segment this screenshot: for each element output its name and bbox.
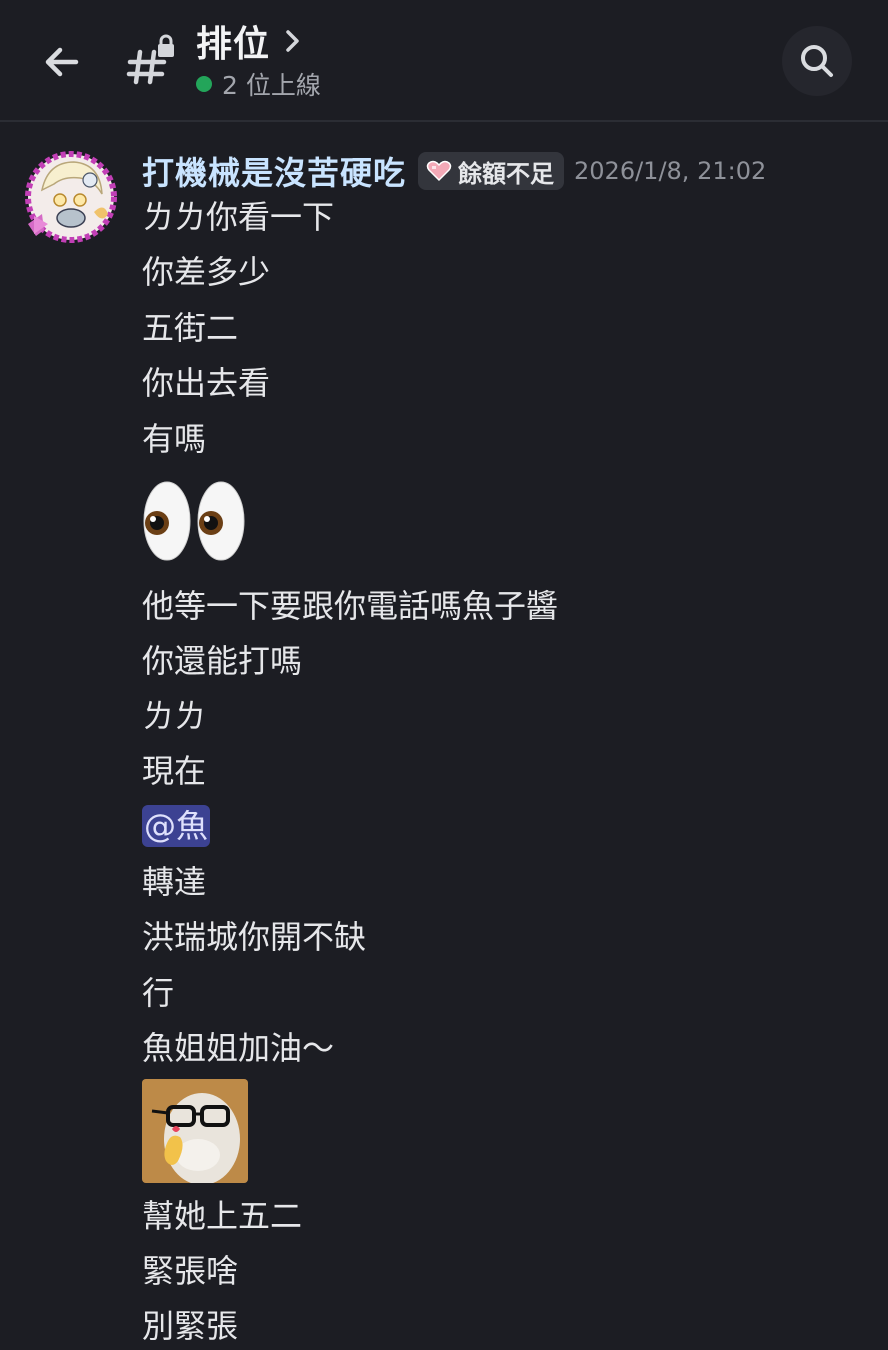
message-line: 轉達: [142, 863, 207, 901]
channel-header: 排位 2 位上線: [0, 0, 888, 122]
message-header: 打機械是沒苦硬吃 餘額不足 2026/1/8, 21:02: [142, 146, 766, 196]
locked-channel-hash-icon: [126, 34, 174, 85]
message-line: 別緊張: [142, 1307, 239, 1345]
message-line: 他等一下要跟你電話嗎魚子醬: [142, 587, 559, 625]
user-mention[interactable]: @魚: [142, 805, 211, 847]
eyes-emoji-icon: [143, 481, 245, 561]
message-line: 緊張啥: [142, 1252, 239, 1290]
channel-title: 排位: [196, 24, 271, 65]
message-line: 你出去看: [142, 364, 271, 402]
pixel-heart-icon: [426, 160, 452, 182]
message-line: 魚姐姐加油～: [142, 1029, 335, 1067]
message-line: 行: [142, 974, 175, 1012]
chevron-right-icon: [286, 30, 299, 52]
message-line: 現在: [142, 752, 207, 790]
back-button[interactable]: [34, 34, 90, 90]
search-button[interactable]: [782, 26, 852, 96]
role-tag-label: 餘額不足: [458, 159, 555, 188]
online-dot-icon: [196, 76, 212, 92]
message-line: 你還能打嗎: [142, 642, 303, 680]
message-line: 幫她上五二: [142, 1197, 303, 1235]
online-status: 2 位上線: [196, 66, 321, 102]
message-line: ㄌㄌ你看一下: [142, 198, 335, 236]
online-count: 2 位上線: [222, 71, 321, 100]
message-line: 你差多少: [142, 253, 271, 291]
message-timestamp: 2026/1/8, 21:02: [574, 157, 767, 185]
message-line: ㄌㄌ: [142, 697, 207, 735]
message-line: 有嗎: [142, 420, 207, 458]
message-line: 五街二: [142, 309, 239, 347]
message-line: 洪瑞城你開不缺: [142, 918, 367, 956]
channel-title-button[interactable]: 排位: [196, 14, 302, 68]
author-name[interactable]: 打機械是沒苦硬吃: [142, 148, 406, 194]
back-arrow-icon: [45, 47, 79, 77]
cat-glasses-heart-sticker-icon[interactable]: [142, 1079, 248, 1183]
role-tag[interactable]: 餘額不足: [418, 152, 565, 190]
search-icon: [801, 45, 833, 77]
chat-screen: 排位 2 位上線 打機械是沒苦硬吃 餘額不足 2026/1/8, 21:02 ㄌ…: [0, 0, 888, 1350]
author-avatar[interactable]: [24, 150, 118, 244]
mention-line: @魚: [142, 801, 211, 851]
